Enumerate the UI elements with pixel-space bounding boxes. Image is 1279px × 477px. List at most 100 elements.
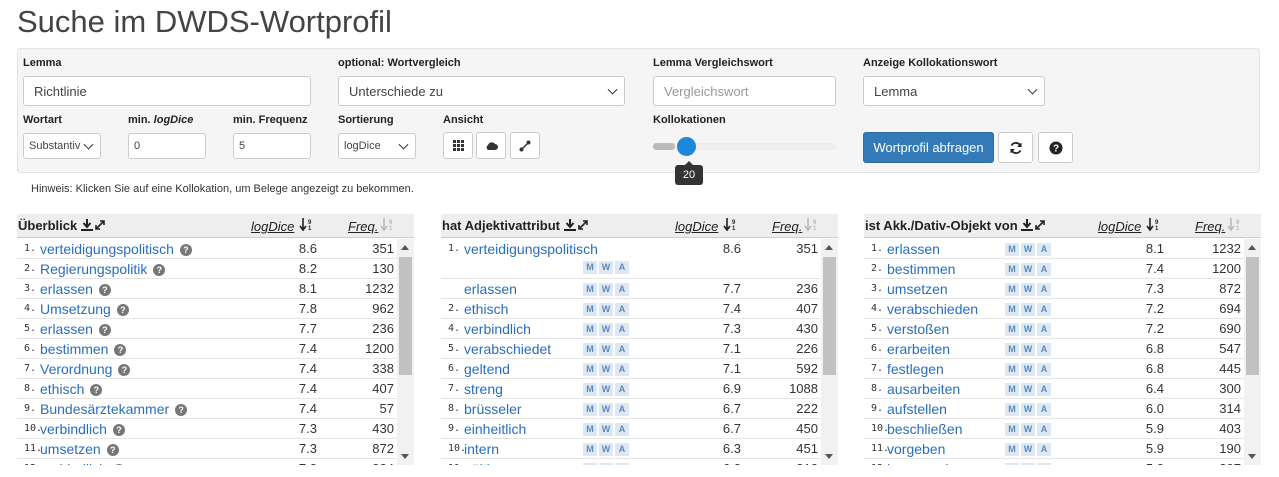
column-freq-header[interactable]: Freq.: [1195, 219, 1225, 234]
collocation-word[interactable]: erlassen?: [40, 281, 111, 297]
w-link[interactable]: W: [599, 343, 613, 356]
view-graph-button[interactable]: [510, 132, 540, 159]
sort-desc-icon[interactable]: 91: [1146, 218, 1160, 232]
collocation-word[interactable]: Verordnung?: [40, 361, 131, 377]
help-icon[interactable]: ?: [179, 244, 192, 256]
help-icon[interactable]: ?: [175, 404, 188, 416]
freq-input[interactable]: 5: [233, 133, 311, 159]
a-link[interactable]: A: [615, 463, 629, 465]
submit-button[interactable]: Wortprofil abfragen: [863, 132, 994, 163]
a-link[interactable]: A: [1037, 303, 1051, 316]
m-link[interactable]: M: [583, 403, 597, 416]
sort-icon[interactable]: 91: [380, 218, 394, 232]
scroll-up-arrow-icon[interactable]: [1248, 245, 1256, 250]
m-link[interactable]: M: [1005, 343, 1019, 356]
m-link[interactable]: M: [1005, 463, 1019, 465]
logdice-input[interactable]: 0: [128, 133, 206, 159]
column-freq-header[interactable]: Freq.: [772, 219, 802, 234]
a-link[interactable]: A: [615, 303, 629, 316]
w-link[interactable]: W: [599, 303, 613, 316]
collocation-word[interactable]: umsetzen: [887, 281, 948, 297]
a-link[interactable]: A: [1037, 323, 1051, 336]
help-icon[interactable]: ?: [153, 264, 166, 276]
help-icon[interactable]: ?: [112, 424, 125, 436]
sort-select[interactable]: logDice: [338, 133, 416, 159]
collocation-word[interactable]: verbindlich?: [40, 421, 125, 437]
w-link[interactable]: W: [1021, 243, 1035, 256]
collocation-word[interactable]: Regierungspolitik?: [40, 261, 166, 277]
m-link[interactable]: M: [1005, 283, 1019, 296]
a-link[interactable]: A: [1037, 263, 1051, 276]
m-link[interactable]: M: [1005, 403, 1019, 416]
scrollbar-thumb[interactable]: [1246, 257, 1259, 375]
m-link[interactable]: M: [583, 443, 597, 456]
collocation-word[interactable]: gültig: [464, 461, 497, 465]
pos-select[interactable]: Substantiv: [23, 133, 101, 159]
collocation-word[interactable]: verabschiedet: [464, 341, 551, 357]
scrollbar-thumb[interactable]: [399, 257, 412, 375]
w-link[interactable]: W: [1021, 323, 1035, 336]
collocation-word[interactable]: erlassen: [464, 281, 517, 297]
a-link[interactable]: A: [615, 423, 629, 436]
a-link[interactable]: A: [1037, 363, 1051, 376]
m-link[interactable]: M: [1005, 363, 1019, 376]
scrollbar-thumb[interactable]: [823, 257, 836, 375]
scroll-down-arrow-icon[interactable]: [1248, 454, 1256, 459]
m-link[interactable]: M: [583, 303, 597, 316]
a-link[interactable]: A: [1037, 283, 1051, 296]
panel-scrollbar[interactable]: [821, 239, 838, 465]
collocation-word[interactable]: bestimmen?: [40, 341, 127, 357]
help-icon[interactable]: ?: [116, 304, 129, 316]
column-logdice-header[interactable]: logDice: [675, 219, 718, 234]
column-logdice-header[interactable]: logDice: [1098, 219, 1141, 234]
w-link[interactable]: W: [1021, 283, 1035, 296]
panel-scrollbar[interactable]: [397, 239, 414, 465]
compare-word-input[interactable]: Vergleichswort: [653, 76, 836, 106]
w-link[interactable]: W: [1021, 263, 1035, 276]
view-cloud-button[interactable]: [476, 132, 506, 159]
collocation-word[interactable]: geltend: [464, 361, 510, 377]
a-link[interactable]: A: [615, 403, 629, 416]
collocation-word[interactable]: verstoßen: [887, 321, 949, 337]
a-link[interactable]: A: [1037, 403, 1051, 416]
m-link[interactable]: M: [583, 463, 597, 465]
help-icon[interactable]: ?: [112, 464, 125, 465]
compare-select[interactable]: Unterschiede zu: [338, 76, 625, 106]
a-link[interactable]: A: [1037, 243, 1051, 256]
collocation-word[interactable]: Umsetzung?: [40, 301, 129, 317]
w-link[interactable]: W: [1021, 303, 1035, 316]
reset-button[interactable]: [998, 132, 1033, 163]
a-link[interactable]: A: [615, 261, 629, 274]
m-link[interactable]: M: [1005, 323, 1019, 336]
a-link[interactable]: A: [1037, 423, 1051, 436]
expand-icon[interactable]: [1034, 219, 1046, 231]
lemma-input[interactable]: Richtlinie: [23, 76, 311, 106]
scroll-down-arrow-icon[interactable]: [401, 454, 409, 459]
a-link[interactable]: A: [1037, 343, 1051, 356]
collocation-word[interactable]: verbindlich?: [40, 461, 125, 465]
w-link[interactable]: W: [1021, 363, 1035, 376]
help-icon[interactable]: ?: [114, 344, 127, 356]
w-link[interactable]: W: [599, 403, 613, 416]
a-link[interactable]: A: [615, 283, 629, 296]
w-link[interactable]: W: [599, 323, 613, 336]
collocation-word[interactable]: erarbeiten: [887, 341, 950, 357]
collocation-word[interactable]: streng: [464, 381, 503, 397]
a-link[interactable]: A: [1037, 443, 1051, 456]
collocation-word[interactable]: verbindlich: [464, 321, 531, 337]
m-link[interactable]: M: [583, 261, 597, 274]
help-icon[interactable]: ?: [98, 324, 111, 336]
m-link[interactable]: M: [583, 423, 597, 436]
w-link[interactable]: W: [599, 463, 613, 465]
m-link[interactable]: M: [1005, 263, 1019, 276]
m-link[interactable]: M: [1005, 443, 1019, 456]
m-link[interactable]: M: [1005, 303, 1019, 316]
a-link[interactable]: A: [1037, 463, 1051, 465]
w-link[interactable]: W: [1021, 403, 1035, 416]
a-link[interactable]: A: [615, 323, 629, 336]
w-link[interactable]: W: [599, 283, 613, 296]
collocation-word[interactable]: vorgeben: [887, 441, 945, 457]
collocation-word[interactable]: ethisch: [464, 301, 508, 317]
collocation-word[interactable]: ethisch?: [40, 381, 103, 397]
w-link[interactable]: W: [1021, 383, 1035, 396]
